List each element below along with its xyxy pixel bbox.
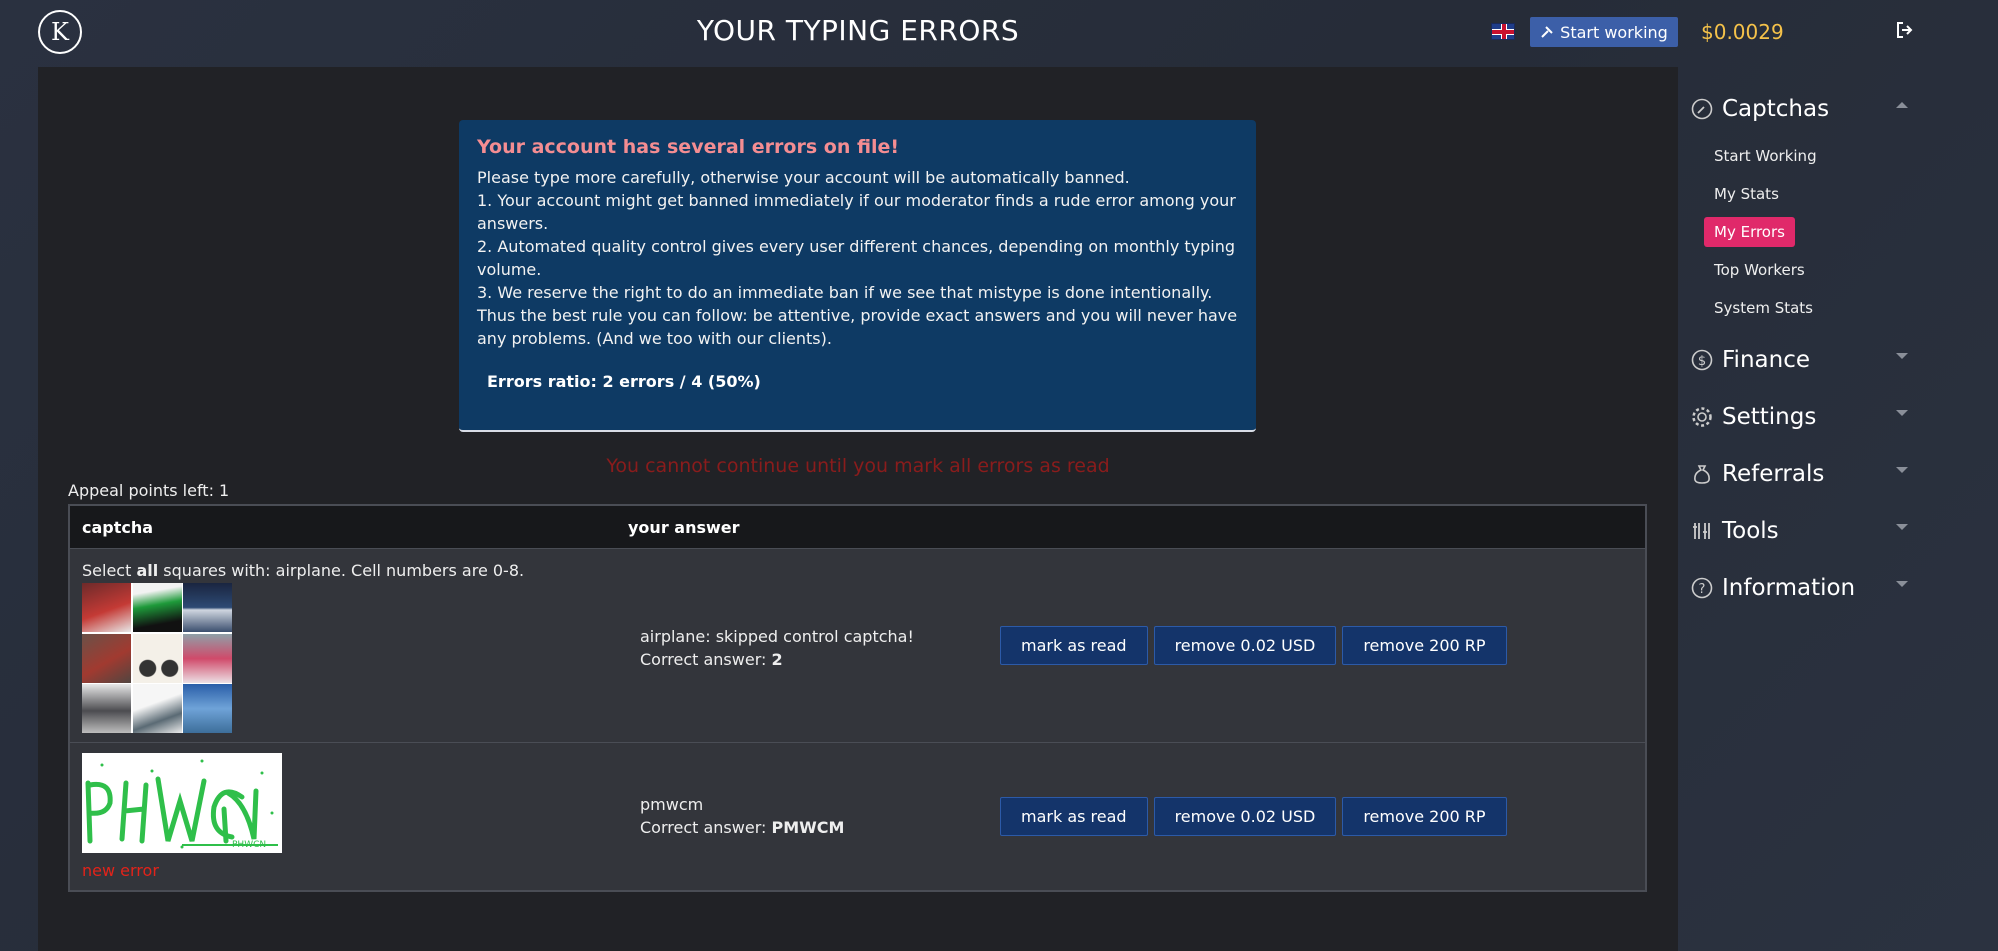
grid-cell-6	[82, 684, 131, 733]
grid-cell-3	[82, 633, 131, 683]
table-header: captcha your answer	[70, 506, 1645, 548]
instruction-suffix: squares with: airplane. Cell numbers are…	[158, 561, 525, 580]
notice-line-3: 2. Automated quality control gives every…	[477, 237, 1236, 279]
answer-text: pmwcm	[640, 795, 704, 814]
sidebar-item-label: Start Working	[1714, 147, 1817, 165]
sidebar-item-label: My Stats	[1714, 185, 1779, 203]
text-captcha-image: PHWCN	[82, 753, 282, 853]
sidebar-section-information[interactable]: ? Information	[1690, 559, 1930, 616]
grid-cell-7	[132, 684, 182, 733]
warning-notice: Your account has several errors on file!…	[459, 120, 1256, 432]
grid-cell-1	[132, 583, 182, 632]
correct-answer: Correct answer: 2	[640, 648, 914, 671]
correct-label: Correct answer:	[640, 818, 772, 837]
errors-table: captcha your answer Select all squares w…	[68, 504, 1647, 892]
gear-icon	[1690, 405, 1714, 429]
correct-value: 2	[771, 650, 783, 669]
chevron-down-icon	[1896, 353, 1908, 359]
grid-cell-5	[183, 633, 232, 683]
sidebar: Captchas Start Working My Stats My Error…	[1690, 80, 1930, 616]
header-your-answer: your answer	[628, 517, 740, 537]
table-row: PHWCN new error pmwcm Correct answer: PM…	[70, 742, 1645, 890]
worker-icon	[1541, 26, 1553, 38]
notice-heading: Your account has several errors on file!	[477, 136, 900, 158]
sidebar-section-label: Captchas	[1722, 95, 1830, 122]
sidebar-section-referrals[interactable]: Referrals	[1690, 445, 1930, 502]
top-bar: K YOUR TYPING ERRORS Start working $0.00…	[0, 0, 1998, 66]
notice-line-4: 3. We reserve the right to do an immedia…	[477, 283, 1213, 302]
sidebar-item-my-stats[interactable]: My Stats	[1714, 175, 1930, 213]
chevron-down-icon	[1896, 524, 1908, 530]
header-captcha: captcha	[82, 517, 154, 537]
sidebar-item-label: My Errors	[1704, 217, 1795, 247]
start-working-button[interactable]: Start working	[1530, 17, 1678, 47]
sidebar-item-label: System Stats	[1714, 299, 1813, 317]
table-row: Select all squares with: airplane. Cell …	[70, 548, 1645, 742]
tools-icon	[1690, 519, 1714, 543]
moneybag-icon	[1690, 462, 1714, 486]
remove-usd-button[interactable]: remove 0.02 USD	[1153, 626, 1337, 665]
sidebar-item-label: Top Workers	[1714, 261, 1805, 279]
start-working-label: Start working	[1560, 22, 1668, 42]
sidebar-section-label: Information	[1722, 574, 1856, 601]
image-captcha-grid	[82, 583, 232, 733]
sidebar-section-captchas[interactable]: Captchas	[1690, 80, 1930, 137]
captcha-instruction: Select all squares with: airplane. Cell …	[82, 561, 524, 580]
user-answer: pmwcm Correct answer: PMWCM	[640, 793, 844, 839]
uk-flag-icon[interactable]	[1491, 23, 1515, 40]
main-content: Your account has several errors on file!…	[38, 67, 1678, 951]
sidebar-section-finance[interactable]: $ Finance	[1690, 331, 1930, 388]
logout-icon[interactable]	[1895, 20, 1915, 44]
page-title: YOUR TYPING ERRORS	[696, 14, 1020, 47]
sidebar-item-start-working[interactable]: Start Working	[1714, 137, 1930, 175]
instruction-bold: all	[136, 561, 159, 580]
correct-answer: Correct answer: PMWCM	[640, 816, 844, 839]
chevron-down-icon	[1896, 410, 1908, 416]
user-answer: airplane: skipped control captcha! Corre…	[640, 625, 914, 671]
appeal-points: Appeal points left: 1	[68, 481, 230, 500]
sidebar-section-label: Referrals	[1722, 460, 1825, 487]
row-actions: mark as read remove 0.02 USD remove 200 …	[1000, 626, 1507, 665]
grid-cell-0	[82, 583, 131, 632]
errors-ratio: Errors ratio: 2 errors / 4 (50%)	[487, 372, 761, 391]
blocked-message: You cannot continue until you mark all e…	[606, 455, 1110, 477]
remove-rp-button[interactable]: remove 200 RP	[1342, 626, 1507, 665]
new-error-label: new error	[82, 861, 159, 880]
notice-line-1: Please type more carefully, otherwise yo…	[477, 168, 1130, 187]
sidebar-item-system-stats[interactable]: System Stats	[1714, 289, 1930, 327]
remove-usd-button[interactable]: remove 0.02 USD	[1153, 797, 1337, 836]
svg-text:?: ?	[1699, 582, 1706, 597]
sidebar-section-settings[interactable]: Settings	[1690, 388, 1930, 445]
instruction-prefix: Select	[82, 561, 137, 580]
grid-cell-8	[183, 684, 232, 733]
compass-icon	[1690, 97, 1714, 121]
grid-cell-4	[132, 633, 182, 683]
correct-value: PMWCM	[771, 818, 845, 837]
row-actions: mark as read remove 0.02 USD remove 200 …	[1000, 797, 1507, 836]
mark-as-read-button[interactable]: mark as read	[1000, 626, 1148, 665]
chevron-up-icon	[1896, 102, 1908, 108]
chevron-down-icon	[1896, 581, 1908, 587]
notice-line-5: Thus the best rule you can follow: be at…	[477, 306, 1238, 348]
remove-rp-button[interactable]: remove 200 RP	[1342, 797, 1507, 836]
sidebar-section-label: Tools	[1722, 517, 1779, 544]
answer-text: airplane: skipped control captcha!	[640, 627, 914, 646]
dollar-icon: $	[1690, 348, 1714, 372]
sidebar-section-label: Settings	[1722, 403, 1817, 430]
balance: $0.0029	[1701, 20, 1784, 44]
mark-as-read-button[interactable]: mark as read	[1000, 797, 1148, 836]
sidebar-section-tools[interactable]: Tools	[1690, 502, 1930, 559]
sidebar-section-label: Finance	[1722, 346, 1810, 373]
sidebar-item-my-errors[interactable]: My Errors	[1704, 213, 1930, 251]
correct-label: Correct answer:	[640, 650, 772, 669]
sidebar-item-top-workers[interactable]: Top Workers	[1714, 251, 1930, 289]
question-icon: ?	[1690, 576, 1714, 600]
svg-text:$: $	[1698, 354, 1706, 369]
notice-line-2: 1. Your account might get banned immedia…	[477, 191, 1236, 233]
captchas-submenu: Start Working My Stats My Errors Top Wor…	[1690, 137, 1930, 327]
chevron-down-icon	[1896, 467, 1908, 473]
grid-cell-2	[183, 583, 232, 632]
